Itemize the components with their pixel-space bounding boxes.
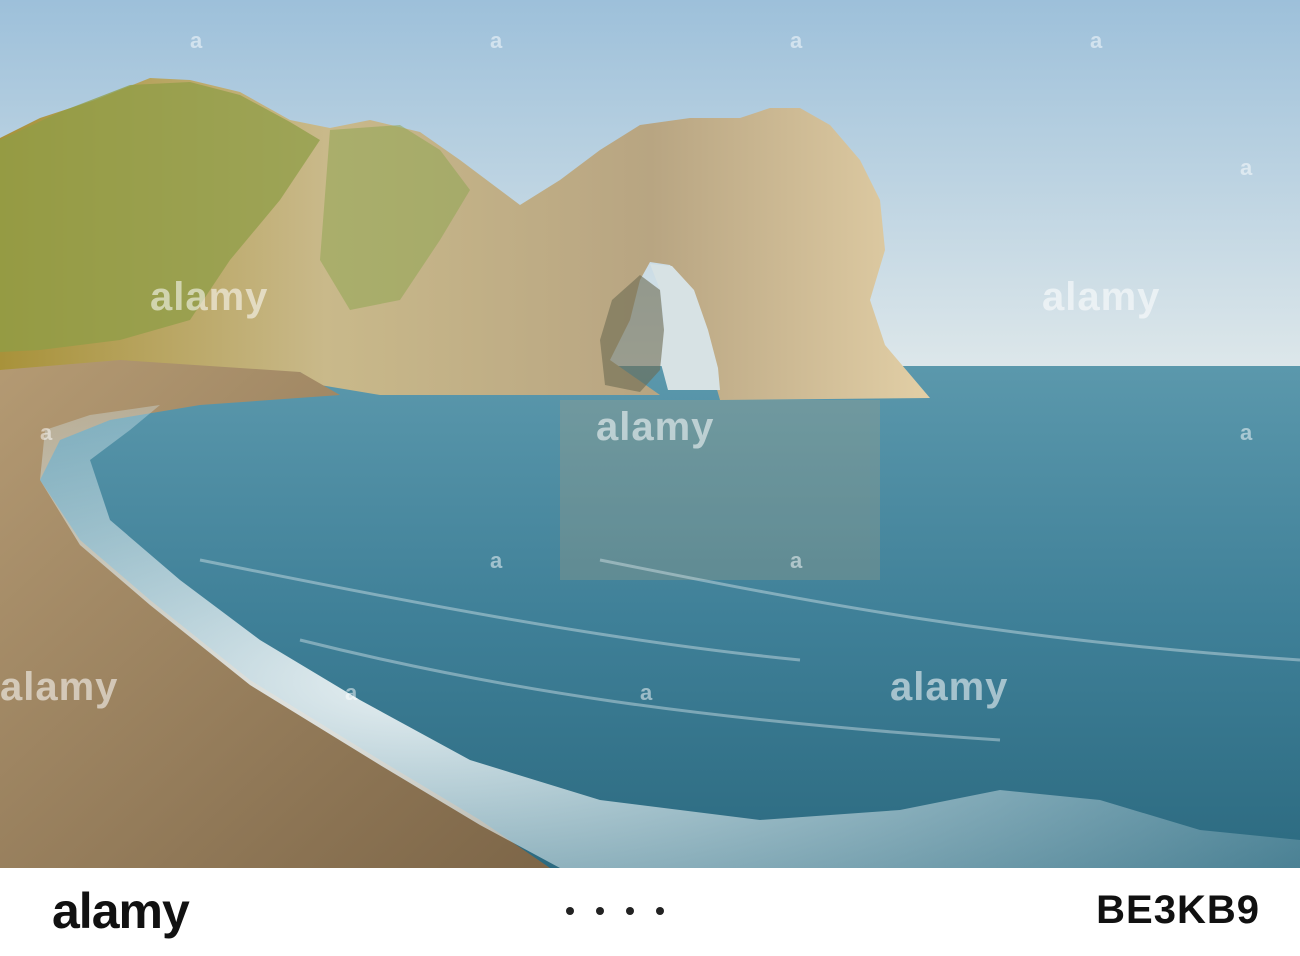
watermark-logo: alamy [150,275,269,319]
image-id: BE3KB9 [1096,888,1260,932]
watermark-mark: a [640,680,654,705]
watermark-logo: alamy [1042,275,1161,319]
watermark-mark: a [790,548,804,573]
footer-bar: alamy BE3KB9 [0,868,1300,956]
photo: a a a a a a a a a a a alamy alamy alamy … [0,0,1300,868]
watermark-logo: alamy [596,405,715,449]
footer-logo: alamy [52,883,190,939]
watermark-logo: alamy [0,665,119,709]
watermark-mark: a [1090,28,1104,53]
watermark-mark: a [1240,420,1254,445]
watermark-mark: a [490,548,504,573]
watermark-mark: a [190,28,204,53]
watermark-mark: a [40,420,54,445]
watermark-mark: a [345,680,359,705]
watermark-logo: alamy [890,665,1009,709]
watermark-mark: a [1240,155,1254,180]
watermark-mark: a [490,28,504,53]
footer-dots-icon [566,907,664,915]
watermark-mark: a [790,28,804,53]
